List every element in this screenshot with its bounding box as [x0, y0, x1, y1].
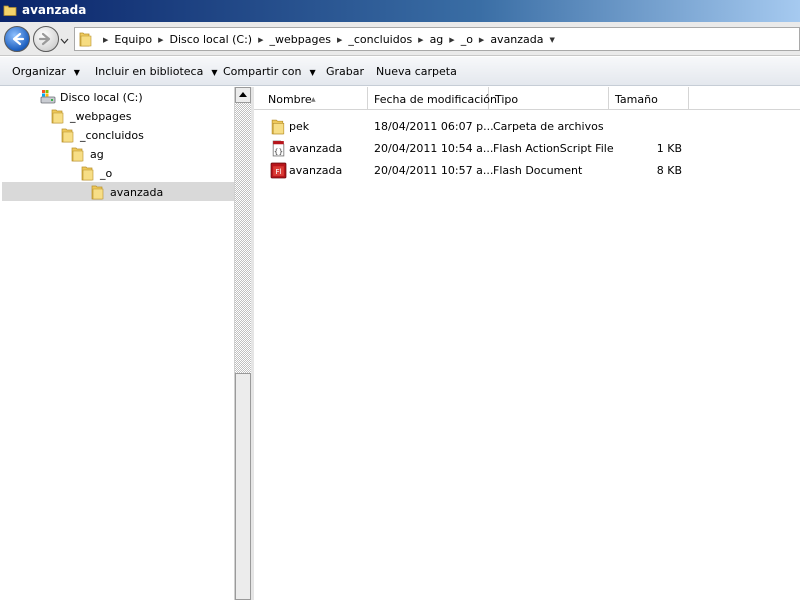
recent-pages-button[interactable]	[60, 35, 69, 44]
arrow-up-icon	[239, 92, 247, 97]
folder-icon	[90, 184, 106, 203]
breadcrumb-item[interactable]: avanzada	[490, 33, 543, 46]
breadcrumb-separator-icon[interactable]: ▶	[158, 36, 163, 44]
scroll-up-button[interactable]	[235, 87, 251, 103]
column-header-size[interactable]: Tamaño	[609, 87, 689, 110]
actionscript-file-icon: {}	[270, 140, 287, 160]
breadcrumb-separator-icon[interactable]: ▶	[449, 36, 454, 44]
file-row-pek[interactable]: pek 18/04/2011 06:07 p... Carpeta de arc…	[254, 116, 800, 138]
organize-button[interactable]: Organizar ▼	[12, 65, 80, 78]
breadcrumb-separator-icon[interactable]: ▶	[418, 36, 423, 44]
tree-item-label: _o	[100, 167, 113, 180]
back-button[interactable]	[4, 26, 30, 52]
file-row-avanzada-as[interactable]: {} avanzada 20/04/2011 10:54 a... Flash …	[254, 138, 800, 160]
drive-icon	[40, 89, 56, 108]
file-type: Flash Document	[493, 164, 583, 177]
folder-icon	[70, 146, 86, 165]
tree-item-label: ag	[90, 148, 104, 161]
tree-item-label: Disco local (C:)	[60, 91, 143, 104]
file-type: Flash ActionScript File	[493, 142, 614, 155]
breadcrumb-item[interactable]: ag	[430, 33, 444, 46]
burn-label: Grabar	[326, 65, 365, 78]
svg-text:{}: {}	[274, 147, 283, 156]
folder-icon	[50, 108, 66, 127]
folder-icon	[79, 31, 93, 50]
sort-ascending-icon: ▲	[311, 96, 316, 103]
address-bar: ▶ Equipo ▶ Disco local (C:) ▶ _webpages ▶ _conc…	[0, 22, 800, 56]
window-titlebar[interactable]: avanzada	[0, 0, 800, 22]
new-folder-button[interactable]: Nueva carpeta	[376, 65, 457, 78]
include-library-button[interactable]: Incluir en biblioteca ▼	[95, 65, 218, 78]
breadcrumb-dropdown-icon[interactable]: ▼	[550, 36, 555, 44]
share-with-label: Compartir con	[223, 65, 302, 78]
file-modified: 20/04/2011 10:57 a...	[374, 164, 494, 177]
scroll-thumb[interactable]	[235, 373, 251, 600]
column-header-name[interactable]: Nombre ▲	[254, 87, 368, 110]
folder-icon	[3, 3, 17, 17]
scroll-track[interactable]	[235, 103, 251, 373]
navigation-pane: Disco local (C:) _webpages _concluidos a…	[0, 87, 234, 600]
new-folder-label: Nueva carpeta	[376, 65, 457, 78]
file-name: avanzada	[289, 142, 343, 155]
file-type: Carpeta de archivos	[493, 120, 604, 133]
file-size: 8 KB	[656, 164, 682, 177]
flash-document-icon: Fl	[270, 162, 287, 182]
file-size: 1 KB	[656, 142, 682, 155]
tree-item-label: _webpages	[70, 110, 132, 123]
file-row-avanzada-fla[interactable]: Fl avanzada 20/04/2011 10:57 a... Flash …	[254, 160, 800, 182]
chevron-down-icon	[60, 38, 69, 44]
file-modified: 18/04/2011 06:07 p...	[374, 120, 494, 133]
column-header-type[interactable]: Tipo	[489, 87, 609, 110]
column-header-label: Tamaño	[615, 93, 658, 106]
file-list-pane: Nombre ▲ Fecha de modificación Tipo Tama…	[254, 87, 800, 600]
breadcrumb-separator-icon[interactable]: ▶	[103, 36, 108, 44]
breadcrumb[interactable]: ▶ Equipo ▶ Disco local (C:) ▶ _webpages ▶ _conc…	[74, 27, 800, 51]
window-title: avanzada	[22, 3, 87, 17]
breadcrumb-separator-icon[interactable]: ▶	[479, 36, 484, 44]
dropdown-arrow-icon: ▼	[309, 68, 316, 77]
breadcrumb-item[interactable]: Disco local (C:)	[169, 33, 252, 46]
breadcrumb-item[interactable]: _o	[461, 33, 473, 46]
svg-text:Fl: Fl	[275, 167, 281, 176]
forward-button[interactable]	[33, 26, 59, 52]
arrow-right-icon	[38, 32, 51, 46]
dropdown-arrow-icon: ▼	[211, 68, 218, 77]
share-with-button[interactable]: Compartir con ▼	[223, 65, 316, 78]
tree-item-label: avanzada	[110, 186, 164, 199]
breadcrumb-item[interactable]: _concluidos	[348, 33, 412, 46]
breadcrumb-separator-icon[interactable]: ▶	[337, 36, 342, 44]
folder-icon	[80, 165, 96, 184]
breadcrumb-item[interactable]: Equipo	[114, 33, 152, 46]
breadcrumb-separator-icon[interactable]: ▶	[258, 36, 263, 44]
column-header-modified[interactable]: Fecha de modificación	[368, 87, 497, 110]
file-modified: 20/04/2011 10:54 a...	[374, 142, 494, 155]
column-header-label: Nombre	[268, 93, 312, 106]
column-headers: Nombre ▲ Fecha de modificación Tipo Tama…	[254, 87, 800, 110]
navigation-scrollbar[interactable]	[234, 87, 251, 600]
column-header-label: Fecha de modificación	[374, 93, 498, 106]
file-name: pek	[289, 120, 310, 133]
include-library-label: Incluir en biblioteca	[95, 65, 204, 78]
burn-button[interactable]: Grabar	[326, 65, 364, 78]
breadcrumb-item[interactable]: _webpages	[270, 33, 331, 46]
arrow-left-icon	[12, 32, 25, 46]
dropdown-arrow-icon: ▼	[73, 68, 80, 77]
command-toolbar: Organizar ▼ Incluir en biblioteca ▼ Compar…	[0, 57, 800, 86]
file-name: avanzada	[289, 164, 343, 177]
folder-icon	[270, 118, 287, 138]
folder-icon	[60, 127, 76, 146]
column-header-label: Tipo	[495, 93, 519, 106]
tree-item-label: _concluidos	[80, 129, 144, 142]
organize-label: Organizar	[12, 65, 66, 78]
